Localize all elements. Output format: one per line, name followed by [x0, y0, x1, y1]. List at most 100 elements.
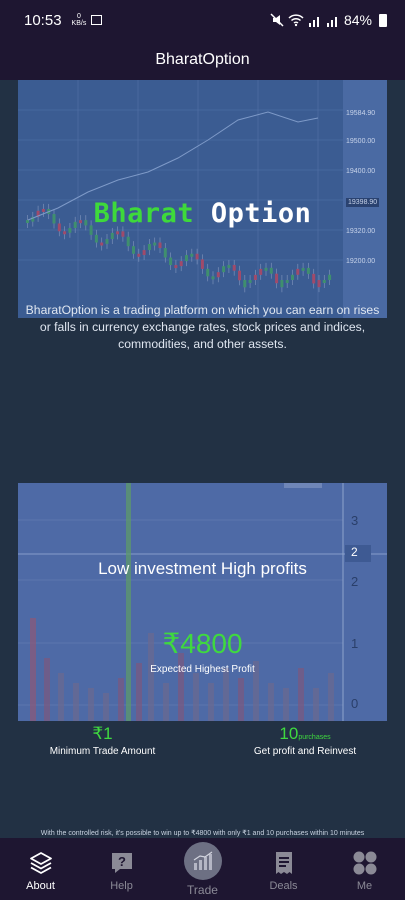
app-bar: BharatOption	[0, 40, 405, 80]
question-icon: ?	[111, 853, 132, 873]
promo-bar	[103, 693, 109, 721]
price-label: 19500.00	[346, 138, 376, 145]
promo-bar	[223, 668, 229, 721]
net-speed: 0 KB/s	[72, 13, 87, 27]
hero-banner: 19584.90 19500.00 19400.00 19398.90 19320.00…	[18, 80, 387, 318]
profit-amount: ₹4800	[162, 628, 243, 659]
candle-body	[116, 231, 120, 235]
promo-bar	[283, 688, 289, 721]
promo-heading: Low investment High profits	[98, 559, 307, 578]
price-label: 19320.00	[346, 228, 376, 235]
stat-min-trade: ₹1 Minimum Trade Amount	[40, 724, 165, 757]
receipt-icon	[275, 852, 292, 874]
candle-body	[211, 276, 215, 280]
battery-percent: 84%	[343, 12, 372, 28]
candle-body	[126, 236, 130, 247]
promo-bar	[328, 673, 334, 721]
candle-body	[94, 234, 98, 243]
promo-banner: 32210 Low investment High profits ₹4800 …	[18, 483, 387, 721]
candle-body	[227, 264, 231, 268]
candle-body	[142, 250, 146, 255]
page-title: BharatOption	[155, 51, 250, 68]
candle-body	[105, 239, 109, 244]
candle-body	[206, 268, 210, 277]
price-label: 19584.90	[346, 110, 376, 117]
candle-body	[147, 243, 151, 251]
risk-note: With the controlled risk, it's possible …	[40, 830, 365, 837]
signal-1-icon	[308, 16, 319, 27]
candle-body	[306, 267, 310, 274]
candle-body	[269, 267, 273, 274]
candle-body	[280, 280, 284, 288]
stat-value: 10	[279, 724, 299, 743]
brand-part-bharat: Bharat	[93, 198, 195, 229]
stat-label: Get profit and Reinvest	[253, 746, 357, 757]
candle-body	[169, 257, 173, 266]
stat-value: ₹1	[92, 724, 113, 743]
battery-icon	[379, 13, 387, 27]
candle-body	[312, 273, 316, 284]
nav-label: Deals	[269, 880, 298, 892]
svg-text:?: ?	[118, 854, 126, 869]
promo-bar	[208, 683, 214, 721]
brand-logo-text: Bharat Option	[18, 198, 387, 229]
candle-body	[216, 272, 220, 278]
candle-body	[100, 242, 104, 246]
candle-body	[317, 280, 321, 288]
candle-body	[291, 274, 294, 280]
brand-part-option: Option	[210, 198, 312, 229]
promo-axis-label: 2	[351, 545, 358, 559]
promo-bar	[238, 678, 244, 721]
candle-body	[248, 280, 252, 283]
stat-purchases: 10purchases Get profit and Reinvest	[240, 724, 370, 757]
promo-bar	[73, 683, 79, 721]
nav-help[interactable]: ? Help	[81, 838, 162, 900]
grid-icon	[353, 851, 376, 875]
nav-about[interactable]: About	[0, 838, 81, 900]
profit-amount-label: Expected Highest Profit	[150, 664, 255, 675]
candle-body	[253, 274, 257, 280]
bottom-nav: About ? Help Trade Deals Me	[0, 838, 405, 900]
promo-bar	[298, 668, 304, 721]
candle-body	[132, 246, 135, 254]
promo-bar	[313, 688, 319, 721]
nav-label: Help	[110, 880, 133, 892]
promo-bar	[58, 673, 64, 721]
candle-body	[238, 270, 241, 281]
signal-2-icon	[326, 16, 337, 27]
candle-body	[200, 259, 204, 269]
mute-icon	[270, 13, 284, 27]
candle-body	[275, 273, 279, 284]
nav-trade[interactable]: Trade	[162, 838, 243, 900]
candle-body	[110, 232, 114, 240]
nav-label: Me	[356, 880, 373, 892]
candle-body	[121, 231, 125, 237]
layers-icon	[29, 852, 52, 874]
stat-label: Minimum Trade Amount	[49, 746, 156, 757]
candle-body	[243, 280, 247, 288]
price-label: 19400.00	[346, 168, 376, 175]
promo-bar	[268, 683, 274, 721]
candle-body	[264, 267, 268, 271]
nav-label: About	[26, 880, 55, 892]
candle-body	[174, 265, 178, 269]
promo-bar-chart	[18, 483, 387, 721]
candle-body	[328, 274, 332, 280]
wifi-icon	[288, 14, 304, 27]
candle-body	[296, 268, 300, 275]
image-notification-icon	[91, 15, 103, 25]
candle-body	[322, 280, 326, 283]
status-bar: 10:53 0 KB/s 84%	[0, 0, 405, 40]
promo-bar	[193, 673, 199, 721]
nav-deals[interactable]: Deals	[243, 838, 324, 900]
candle-body	[179, 261, 183, 267]
stat-unit: purchases	[298, 734, 331, 741]
candle-body	[195, 253, 199, 260]
candle-body	[163, 248, 167, 258]
nav-me[interactable]: Me	[324, 838, 405, 900]
candle-body	[232, 264, 236, 271]
candle-body	[63, 231, 67, 235]
net-speed-unit: KB/s	[71, 20, 87, 27]
candle-body	[190, 253, 194, 257]
candle-body	[222, 266, 226, 273]
